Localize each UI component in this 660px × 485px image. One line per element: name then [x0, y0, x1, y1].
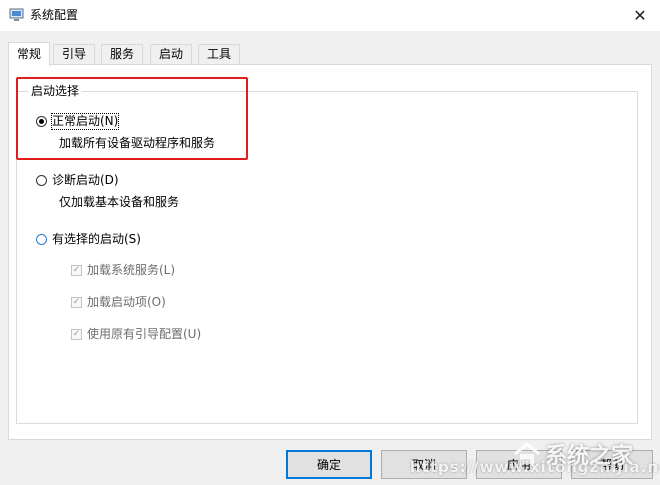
diagnostic-startup-description: 仅加载基本设备和服务	[59, 195, 180, 209]
tab-tools[interactable]: 工具	[198, 44, 241, 64]
load-system-services-checkbox[interactable]: ✓ 加载系统服务(L)	[71, 263, 175, 278]
use-original-boot-config-checkbox[interactable]: ✓ 使用原有引导配置(U)	[71, 327, 201, 342]
tab-services[interactable]: 服务	[101, 44, 144, 64]
house-logo-icon	[512, 441, 542, 467]
tab-general[interactable]: 常规	[8, 42, 51, 66]
checkmark-icon: ✓	[71, 329, 82, 340]
selective-startup-label: 有选择的启动(S)	[52, 232, 141, 246]
tab-strip: 常规 引导 服务 启动 工具	[8, 42, 648, 66]
radio-indicator	[36, 234, 47, 245]
close-icon: ✕	[633, 6, 647, 25]
annotation-highlight-box	[16, 77, 248, 160]
load-startup-items-label: 加载启动项(O)	[87, 295, 166, 309]
radio-indicator	[36, 175, 47, 186]
msconfig-app-icon	[9, 8, 25, 22]
selective-startup-radio[interactable]: 有选择的启动(S)	[36, 232, 141, 247]
diagnostic-startup-label: 诊断启动(D)	[52, 173, 119, 187]
tab-startup[interactable]: 启动	[150, 44, 193, 64]
load-startup-items-checkbox[interactable]: ✓ 加载启动项(O)	[71, 295, 166, 310]
watermark-logo: 系统之家	[512, 438, 633, 470]
tab-boot[interactable]: 引导	[53, 44, 96, 64]
close-button[interactable]: ✕	[620, 0, 660, 31]
checkmark-icon: ✓	[71, 265, 82, 276]
title-bar: 系统配置 ✕	[0, 0, 660, 31]
checkmark-icon: ✓	[71, 297, 82, 308]
ok-button[interactable]: 确定	[286, 450, 372, 479]
window-title: 系统配置	[30, 8, 79, 22]
load-system-services-label: 加载系统服务(L)	[87, 263, 176, 277]
diagnostic-startup-radio[interactable]: 诊断启动(D)	[36, 173, 119, 188]
use-original-boot-config-label: 使用原有引导配置(U)	[87, 327, 202, 341]
watermark-brand: 系统之家	[545, 444, 634, 469]
